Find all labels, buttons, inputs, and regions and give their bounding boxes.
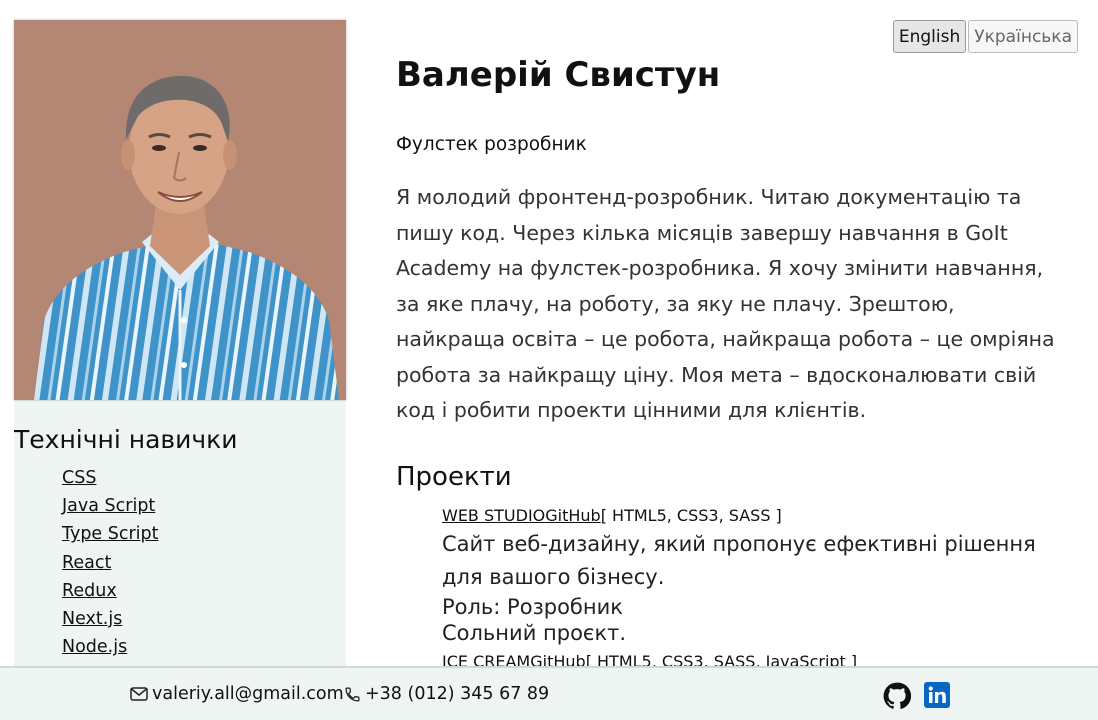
skill-link-typescript[interactable]: Type Script [62,524,159,544]
phone-link[interactable]: +38 (012) 345 67 89 [344,684,549,704]
main-content: Валерій Свистун Фулстек розробник Я моло… [396,50,1076,671]
list-item: Java Script [62,492,159,520]
footer: valeriy.all@gmail.com +38 (012) 345 67 8… [0,666,1098,720]
skill-link-redux[interactable]: Redux [62,581,117,601]
english-button[interactable]: English [892,20,967,53]
skills-heading: Технічні навички [14,425,238,454]
list-item: Node.js [62,633,159,661]
list-item: Next.js [62,605,159,633]
project-item: WEB STUDIOGitHub[ HTML5, CSS3, SASS ] Са… [442,504,1082,646]
profile-bio: Я молодий фронтенд-розробник. Читаю доку… [396,185,1055,422]
skill-link-css[interactable]: CSS [62,468,96,488]
sidebar: Технічні навички CSS Java Script Type Sc… [14,20,346,666]
profile-role: Фулстек розробник [396,134,587,155]
github-link-label: GitHub [545,506,601,525]
project-type: Сольний проєкт. [442,621,627,645]
skill-link-react[interactable]: React [62,553,111,573]
ukrainian-button[interactable]: Українська [968,20,1078,53]
language-switch: English Українська [892,20,1078,53]
phone-text: +38 (012) 345 67 89 [365,684,550,704]
project-description: Сайт веб-дизайну, який пропонує ефективн… [442,532,1036,589]
project-link-web-studio[interactable]: WEB STUDIOGitHub [442,506,601,525]
skill-link-nodejs[interactable]: Node.js [62,637,127,657]
skills-list: CSS Java Script Type Script React Redux … [62,464,159,661]
phone-icon [345,686,360,702]
github-icon [883,682,912,709]
project-stack: [ HTML5, CSS3, SASS ] [600,506,782,525]
email-text: valeriy.all@gmail.com [152,684,344,704]
projects-list: WEB STUDIOGitHub[ HTML5, CSS3, SASS ] Са… [442,504,1082,674]
list-item: Type Script [62,520,159,548]
linkedin-icon [924,682,950,708]
project-name: WEB STUDIO [442,506,546,525]
profile-photo [14,20,346,400]
linkedin-link[interactable] [924,682,952,710]
github-link[interactable] [883,682,912,710]
profile-name: Валерій Свистун [396,55,721,95]
skill-link-javascript[interactable]: Java Script [62,496,155,516]
skill-link-nextjs[interactable]: Next.js [62,609,122,629]
project-header: WEB STUDIOGitHub[ HTML5, CSS3, SASS ] [442,504,1082,528]
project-role: Роль: Розробник [442,595,623,619]
projects-heading: Проекти [396,462,512,492]
list-item: React [62,549,159,577]
envelope-icon [130,687,148,701]
email-link[interactable]: valeriy.all@gmail.com [130,684,344,704]
list-item: CSS [62,464,159,492]
list-item: Redux [62,577,159,605]
